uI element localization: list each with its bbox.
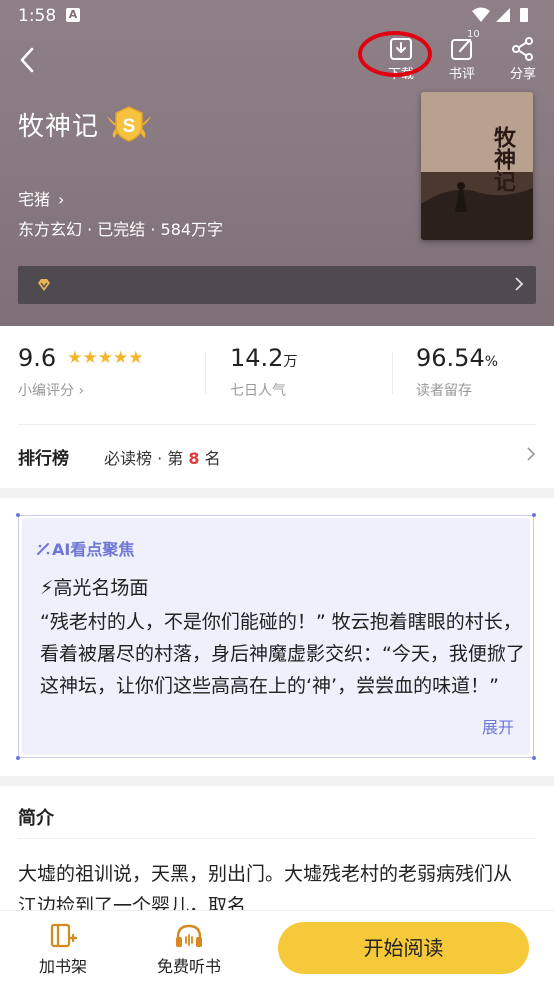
rating-stat[interactable]: 9.6 ★★★★★ 小编评分 › bbox=[18, 344, 143, 400]
status-bar: 1:58 A bbox=[0, 0, 554, 32]
selection-handle bbox=[532, 756, 536, 760]
divider bbox=[392, 352, 393, 394]
intro-text: 大墟的祖训说，天黑，别出门。大墟残老村的老弱病残们从江边捡到了一个婴儿，取名 bbox=[18, 863, 513, 916]
magic-wand-icon bbox=[37, 543, 50, 555]
cover-title: 牧神记 bbox=[490, 125, 516, 192]
book-stats: 9.6 ★★★★★ 小编评分 › 14.2万 七日人气 96.54% 读者留存 … bbox=[0, 326, 554, 488]
chevron-right-icon bbox=[527, 447, 536, 461]
book-cover[interactable]: 牧神记 bbox=[421, 92, 533, 240]
divider bbox=[18, 424, 536, 425]
download-icon bbox=[390, 38, 412, 60]
add-to-shelf-label: 加书架 bbox=[38, 957, 87, 976]
free-listen-label: 免费听书 bbox=[156, 957, 221, 976]
ranking-suffix: 名 bbox=[204, 449, 221, 468]
ranking-title: 排行榜 bbox=[18, 449, 69, 469]
share-button[interactable]: 分享 bbox=[498, 36, 548, 86]
rating-stars-icon: ★★★★★ bbox=[67, 348, 144, 368]
share-icon bbox=[512, 37, 533, 61]
ranking-number: 8 bbox=[188, 449, 200, 468]
status-icons bbox=[472, 7, 528, 22]
edit-icon bbox=[451, 38, 472, 60]
rating-label: 小编评分 › bbox=[18, 383, 85, 399]
retention-unit: % bbox=[484, 354, 499, 370]
selection-handle bbox=[532, 513, 536, 517]
vip-banner[interactable] bbox=[18, 266, 536, 304]
highlight-text: “残老村的人，不是你们能碰的！” 牧云抱着瞎眼的村长，看着被屠尽的村落，身后神魔… bbox=[40, 611, 525, 697]
ai-focus-title: AI看点聚焦 bbox=[36, 536, 134, 560]
signal-icon bbox=[496, 8, 510, 22]
download-label: 下载 bbox=[387, 67, 414, 82]
highlight-heading: ⚡高光名场面 bbox=[40, 577, 149, 599]
review-button[interactable]: 书评 bbox=[437, 36, 487, 86]
battery-icon bbox=[520, 8, 528, 22]
review-label: 书评 bbox=[448, 67, 475, 82]
book-header: 1:58 A 下载 10 书评 分享 牧神记 S 牧神记 宅猪 › 东方玄幻 ·… bbox=[0, 0, 554, 326]
ranking-prefix: · 第 bbox=[157, 449, 184, 468]
add-bookshelf-icon bbox=[50, 923, 77, 948]
popularity-value: 14.2 bbox=[230, 344, 284, 372]
chevron-right-icon: › bbox=[58, 190, 65, 209]
s-rank-badge-icon: S bbox=[107, 106, 151, 142]
headphones-icon bbox=[176, 924, 202, 947]
ranking-row[interactable]: 排行榜 必读榜 · 第 8 名 bbox=[18, 442, 536, 469]
start-reading-button[interactable]: 开始阅读 bbox=[278, 922, 529, 974]
book-title: 牧神记 bbox=[18, 112, 100, 142]
intro-title: 简介 bbox=[18, 808, 54, 829]
popularity-stat: 14.2万 七日人气 bbox=[230, 344, 297, 400]
popularity-label: 七日人气 bbox=[230, 383, 286, 399]
retention-stat: 96.54% 读者留存 bbox=[416, 344, 498, 400]
selection-handle bbox=[16, 756, 20, 760]
notification-icon: A bbox=[66, 8, 80, 22]
wifi-icon bbox=[472, 7, 490, 22]
download-button[interactable]: 下载 bbox=[376, 36, 426, 86]
chevron-right-icon bbox=[515, 277, 524, 291]
expand-button[interactable]: 展开 bbox=[482, 714, 514, 738]
s-badge-letter: S bbox=[123, 116, 136, 137]
status-time: 1:58 bbox=[18, 6, 57, 26]
author-link[interactable]: 宅猪 › bbox=[18, 186, 64, 210]
divider bbox=[18, 838, 536, 839]
author-name: 宅猪 bbox=[18, 190, 51, 209]
share-label: 分享 bbox=[509, 67, 536, 82]
rating-value: 9.6 bbox=[18, 344, 57, 372]
selection-handle bbox=[16, 513, 20, 517]
ai-focus-title-text: AI看点聚焦 bbox=[52, 540, 135, 559]
retention-value: 96.54 bbox=[416, 344, 485, 372]
ai-focus-section: AI看点聚焦 ⚡高光名场面 “残老村的人，不是你们能碰的！” 牧云抱着瞎眼的村长… bbox=[0, 498, 554, 776]
cover-image: 牧神记 bbox=[421, 92, 533, 240]
add-to-shelf-button[interactable]: 加书架 bbox=[18, 923, 108, 977]
popularity-unit: 万 bbox=[283, 354, 298, 370]
bottom-action-bar: 加书架 免费听书 开始阅读 bbox=[0, 910, 554, 984]
chevron-left-icon bbox=[20, 47, 34, 73]
back-button[interactable] bbox=[14, 44, 42, 76]
ranking-text: 必读榜 · 第 8 名 bbox=[104, 445, 221, 469]
ranking-list-name: 必读榜 bbox=[104, 449, 153, 468]
book-meta: 东方玄幻 · 已完结 · 584万字 bbox=[18, 220, 224, 239]
ai-focus-card[interactable]: AI看点聚焦 ⚡高光名场面 “残老村的人，不是你们能碰的！” 牧云抱着瞎眼的村长… bbox=[22, 518, 530, 755]
divider bbox=[205, 352, 206, 394]
retention-label: 读者留存 bbox=[416, 383, 472, 399]
intro-section: 简介 大墟的祖训说，天黑，别出门。大墟残老村的老弱病残们从江边捡到了一个婴儿，取… bbox=[0, 786, 554, 916]
free-listen-button[interactable]: 免费听书 bbox=[144, 923, 234, 977]
diamond-icon bbox=[38, 279, 50, 291]
